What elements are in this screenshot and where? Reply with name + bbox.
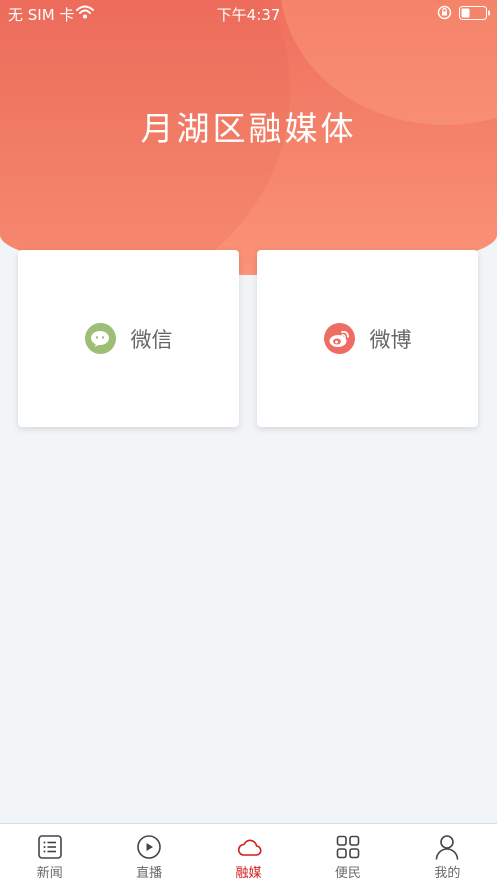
weibo-card[interactable]: 微博 <box>257 250 478 427</box>
tab-live-label: 直播 <box>136 866 163 881</box>
tab-media[interactable]: 融媒 <box>199 824 298 884</box>
wechat-label: 微信 <box>130 327 173 352</box>
tab-media-label: 融媒 <box>235 866 262 881</box>
wechat-icon <box>84 323 116 354</box>
weibo-label: 微博 <box>369 327 412 352</box>
tab-mine[interactable]: 我的 <box>398 824 497 884</box>
tab-live[interactable]: 直播 <box>99 824 198 884</box>
wechat-card[interactable]: 微信 <box>18 250 239 427</box>
person-icon <box>436 835 459 860</box>
header-banner: 无 SIM 卡 下午4:37 月湖区融媒体 <box>0 0 497 275</box>
tab-mine-label: 我的 <box>434 866 461 881</box>
tab-services-label: 便民 <box>334 866 361 881</box>
tab-services[interactable]: 便民 <box>298 824 397 884</box>
rotation-lock-icon <box>437 5 452 20</box>
play-icon <box>137 835 161 859</box>
news-list-icon <box>37 835 62 859</box>
tab-news-label: 新闻 <box>36 866 63 881</box>
tab-news[interactable]: 新闻 <box>0 824 99 884</box>
weibo-icon <box>323 323 355 354</box>
bottom-tab-bar: 新闻 直播 融媒 便民 我的 <box>0 823 497 884</box>
page-title: 月湖区融媒体 <box>140 109 357 148</box>
clock: 下午4:37 <box>216 6 281 24</box>
grid-icon <box>336 835 360 859</box>
status-bar: 无 SIM 卡 下午4:37 <box>0 0 497 26</box>
battery-icon <box>459 6 490 20</box>
cloud-icon <box>237 839 262 856</box>
